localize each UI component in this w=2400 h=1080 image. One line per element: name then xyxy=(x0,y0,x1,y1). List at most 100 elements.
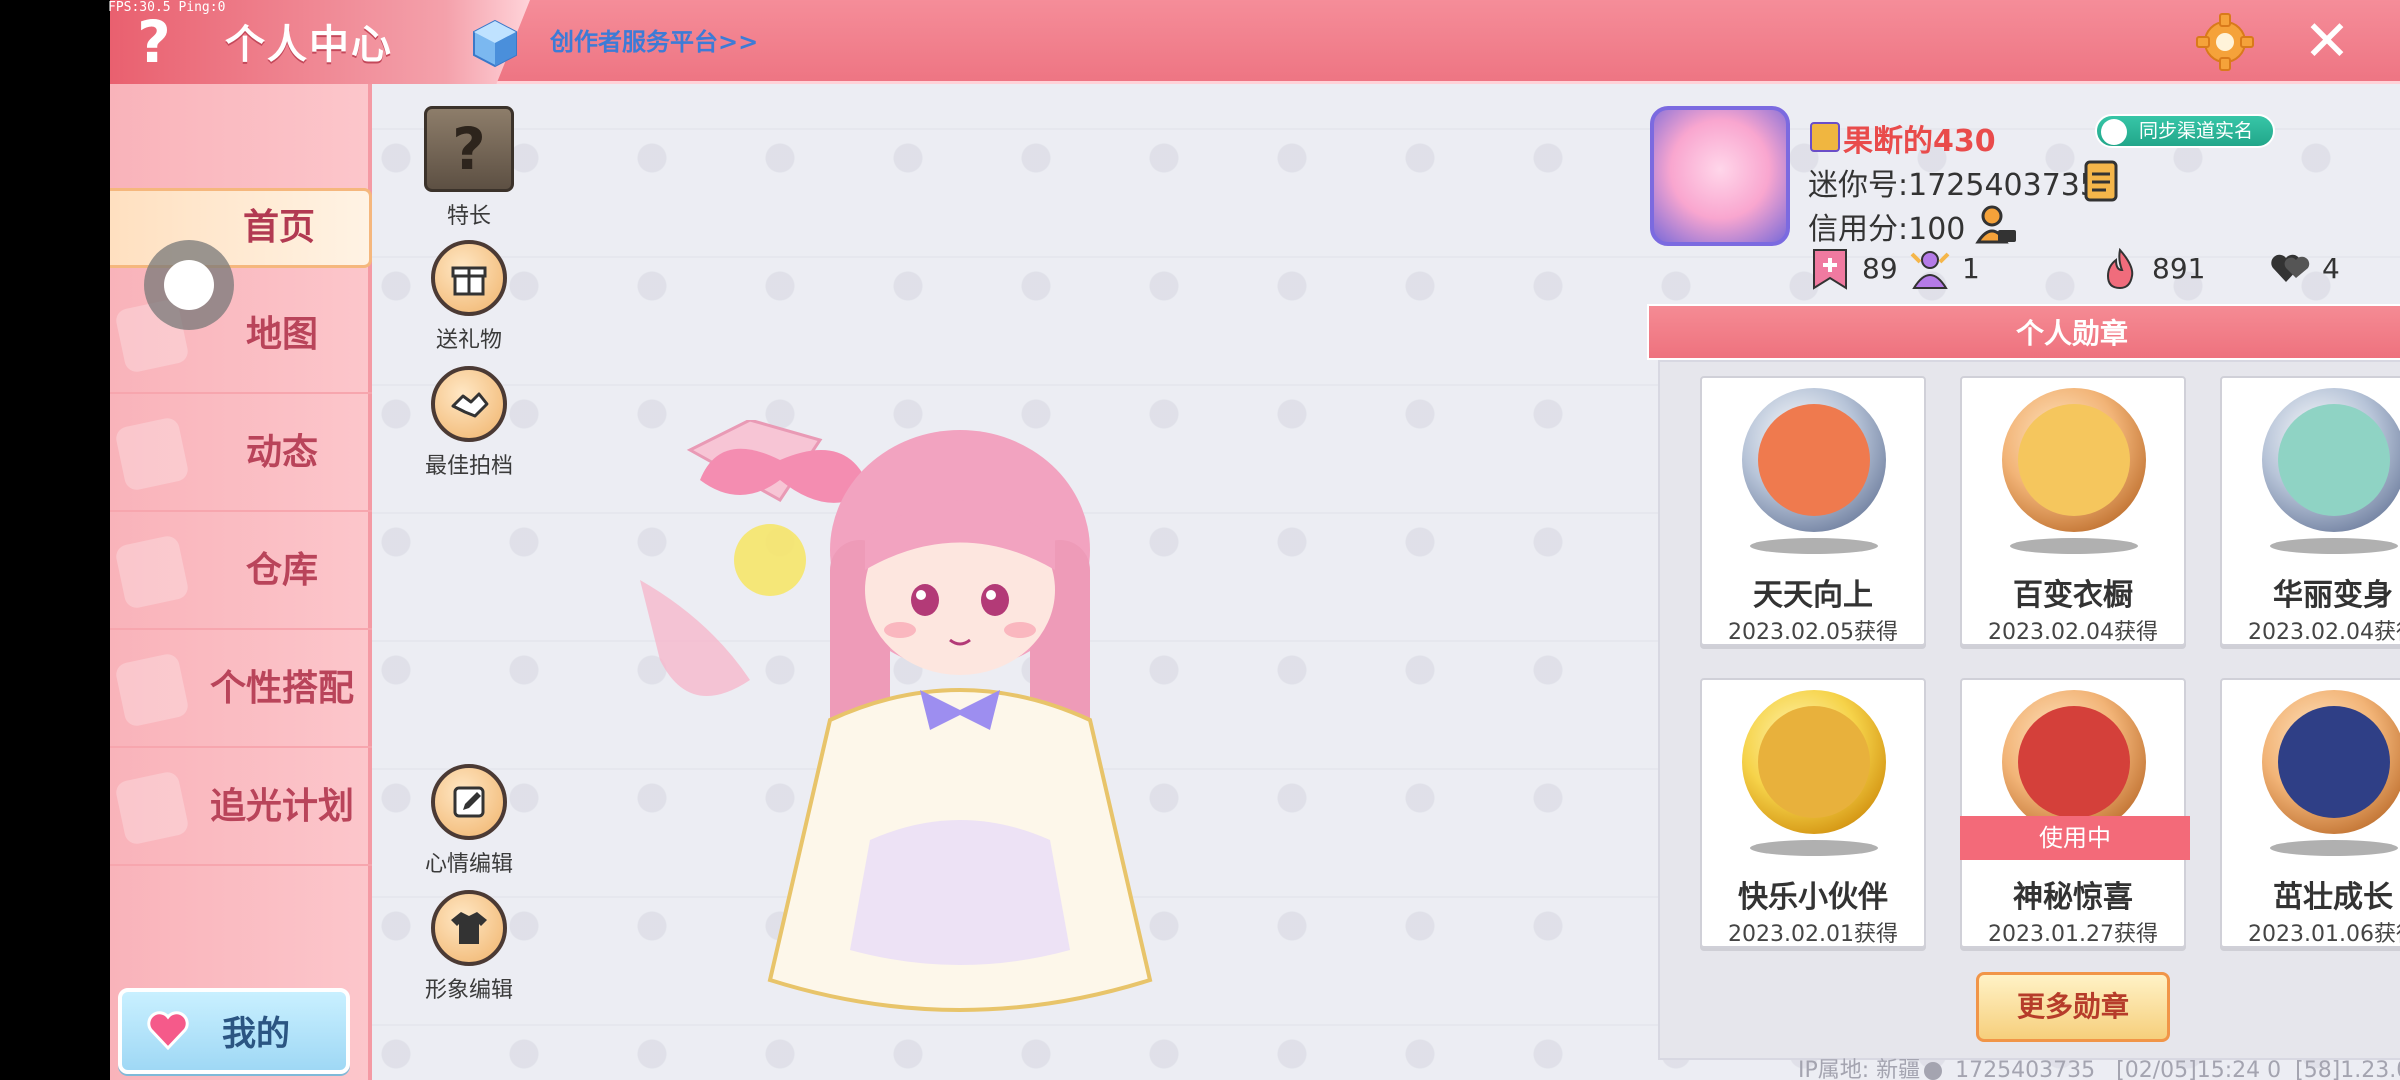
fps-readout: FPS:30.5 Ping:0 xyxy=(108,0,226,15)
cube-icon[interactable] xyxy=(470,18,520,68)
ip-location: IP属地: 新疆 xyxy=(1798,1058,1921,1080)
dino-icon xyxy=(2278,404,2390,516)
best-partner-label: 最佳拍档 xyxy=(424,454,513,479)
medal-card[interactable]: 快乐小伙伴 2023.02.01获得 xyxy=(1700,678,1926,948)
fan-person-icon xyxy=(1910,251,1950,289)
bell-icon xyxy=(114,416,190,492)
medal-card[interactable]: 使用中 神秘惊喜 2023.01.27获得 xyxy=(1960,678,2190,948)
star-icon xyxy=(114,770,190,846)
send-gift-label: 送礼物 xyxy=(435,328,502,353)
profile-avatar[interactable] xyxy=(1650,106,1790,246)
info-icon[interactable] xyxy=(1924,1062,1943,1080)
medal-badge-icon xyxy=(1742,690,1886,834)
mini-id: 迷你号:1725403735 xyxy=(1808,168,2099,203)
page-title: 个人中心 xyxy=(225,22,393,68)
stat-value: 4 xyxy=(2322,252,2340,285)
top-bar: ? 个人中心 创作者服务平台>> ✕ xyxy=(110,0,2400,84)
help-button[interactable]: ? xyxy=(124,8,184,76)
calendar-icon xyxy=(1758,404,1870,516)
rank-icon xyxy=(1810,122,1840,152)
floating-assistive-button[interactable] xyxy=(144,240,234,330)
mystery-box-icon: ? xyxy=(424,106,514,192)
more-medals-button[interactable]: 更多勋章 xyxy=(1976,972,2170,1042)
medal-badge-icon xyxy=(2002,690,2146,834)
friends-icon xyxy=(1758,706,1870,818)
personal-center-screen: ? 个人中心 创作者服务平台>> ✕ 首页 地图 动态 仓库 个性搭配 追光计划… xyxy=(110,0,2400,1080)
medal-shadow xyxy=(1750,538,1878,554)
nickname: 果断的430 xyxy=(1843,124,1996,159)
medal-badge-icon xyxy=(1742,388,1886,532)
medal-name: 茁壮成长 xyxy=(2273,880,2393,915)
specialty-button[interactable]: ? 特长 xyxy=(414,106,524,230)
sidebar-item-label: 个性搭配 xyxy=(209,668,354,709)
send-gift-button[interactable]: 送礼物 xyxy=(414,240,524,354)
sidebar-item-label: 动态 xyxy=(245,432,318,473)
medal-name: 百变衣橱 xyxy=(2013,578,2133,613)
footer-time: [02/05]15:24 0 xyxy=(2116,1058,2282,1080)
best-partner-button[interactable]: 最佳拍档 xyxy=(414,366,524,480)
heart-icon xyxy=(147,1011,189,1051)
medal-name: 天天向上 xyxy=(1753,578,1873,613)
medal-shadow xyxy=(2010,538,2138,554)
medal-date: 2023.02.05获得 xyxy=(1728,620,1898,645)
creator-platform-link[interactable]: 创作者服务平台>> xyxy=(550,22,758,57)
credit-score: 信用分:100 xyxy=(1808,212,1966,247)
sync-real-name-button[interactable]: 同步渠道实名 xyxy=(2095,114,2275,148)
gift-box-icon xyxy=(2018,706,2130,818)
medal-card[interactable]: 天天向上 2023.02.05获得 xyxy=(1700,376,1926,646)
broken-hearts-icon xyxy=(2271,254,2310,282)
sidebar-item-label: 仓库 xyxy=(245,550,318,591)
sidebar-item-feed[interactable]: 动态 xyxy=(110,394,372,512)
gift-icon xyxy=(431,240,507,316)
medal-name: 快乐小伙伴 xyxy=(1738,880,1888,915)
player-avatar-character[interactable] xyxy=(630,420,1290,1020)
medal-badge-icon xyxy=(2262,388,2400,532)
stat-value: 1 xyxy=(1962,252,1980,285)
frog-icon xyxy=(2278,706,2390,818)
mine-button[interactable]: 我的 xyxy=(118,988,350,1074)
medal-name: 神秘惊喜 xyxy=(2013,880,2133,915)
medal-shadow xyxy=(2270,538,2398,554)
handshake-icon xyxy=(431,366,507,442)
stat-value: 891 xyxy=(2152,252,2206,285)
sidebar-item-outfit[interactable]: 个性搭配 xyxy=(110,630,372,748)
medal-date: 2023.02.04获得 xyxy=(1988,620,2158,645)
footer-version: [58]1.23.0 xyxy=(2295,1058,2400,1080)
medal-card[interactable]: 百变衣橱 2023.02.04获得 xyxy=(1960,376,2186,646)
outfit-icon xyxy=(431,890,507,966)
footer-uid: 1725403735 xyxy=(1955,1058,2096,1080)
medal-badge-icon xyxy=(2262,690,2400,834)
mood-edit-label: 心情编辑 xyxy=(424,852,513,877)
medal-shadow xyxy=(1750,840,1878,856)
medal-date: 2023.01.06获得 xyxy=(2248,922,2400,947)
appearance-edit-label: 形象编辑 xyxy=(424,978,513,1003)
bookmark-plus-icon xyxy=(1813,249,1847,290)
close-button[interactable]: ✕ xyxy=(2295,10,2359,74)
medal-date: 2023.02.01获得 xyxy=(1728,922,1898,947)
sidebar-item-light-plan[interactable]: 追光计划 xyxy=(110,748,372,866)
gear-icon[interactable] xyxy=(2193,10,2257,74)
appearance-edit-button[interactable]: 形象编辑 xyxy=(414,890,524,1004)
medal-badge-icon xyxy=(2002,388,2146,532)
in-use-badge: 使用中 xyxy=(1960,816,2190,860)
flame-icon xyxy=(2106,248,2134,290)
credit-person-icon[interactable] xyxy=(1974,204,2018,246)
medal-card[interactable]: 华丽变身 2023.02.04获得 xyxy=(2220,376,2400,646)
house-icon xyxy=(114,534,190,610)
mine-button-label: 我的 xyxy=(222,1014,290,1054)
medal-date: 2023.02.04获得 xyxy=(2248,620,2400,645)
edit-icon xyxy=(431,764,507,840)
medal-card[interactable]: 茁壮成长 2023.01.06获得 xyxy=(2220,678,2400,948)
medal-shadow xyxy=(2270,840,2398,856)
shirt-icon xyxy=(114,652,190,728)
wardrobe-icon xyxy=(2018,404,2130,516)
copy-icon[interactable] xyxy=(2082,160,2120,202)
sync-badge-label: 同步渠道实名 xyxy=(2139,120,2254,142)
sidebar-item-warehouse[interactable]: 仓库 xyxy=(110,512,372,630)
sidebar-item-label: 追光计划 xyxy=(209,786,354,827)
specialty-label: 特长 xyxy=(446,204,491,229)
mood-edit-button[interactable]: 心情编辑 xyxy=(414,764,524,878)
sidebar-item-home[interactable]: 首页 xyxy=(110,188,372,268)
footer-info: IP属地: 新疆 1725403735 [02/05]15:24 0 [58]1… xyxy=(1798,1052,2400,1080)
medals-title: 个人勋章 xyxy=(1647,304,2400,360)
